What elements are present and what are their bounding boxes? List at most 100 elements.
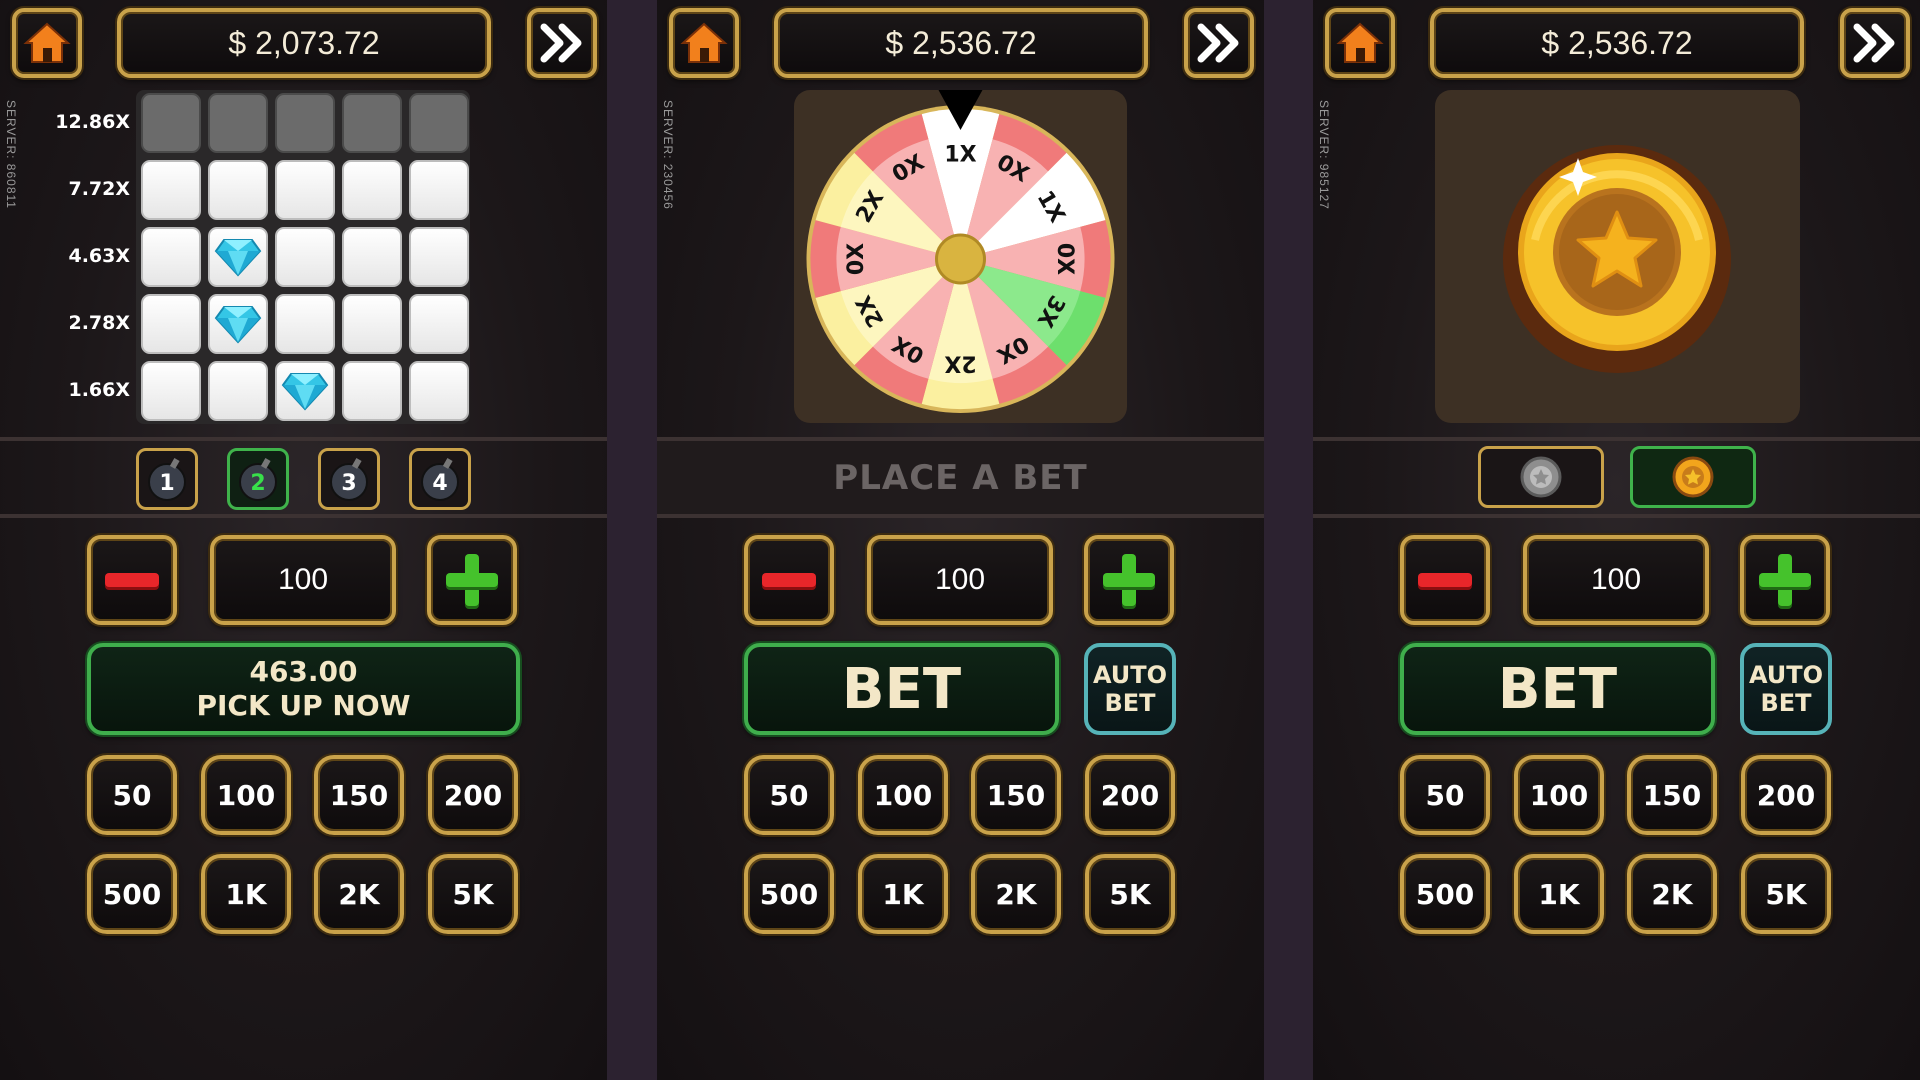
- mine-tile[interactable]: [141, 361, 201, 421]
- auto-bet-button[interactable]: AUTO BET: [1740, 643, 1832, 735]
- chip-50-button[interactable]: 50: [1400, 755, 1490, 835]
- double-chevron-right-icon: [1853, 23, 1895, 63]
- chip-500-button[interactable]: 500: [87, 854, 177, 934]
- wheel-hub: [935, 233, 986, 285]
- auto-bet-label-line2: BET: [1104, 689, 1156, 717]
- next-game-button[interactable]: [1840, 8, 1910, 78]
- bet-button[interactable]: BET: [1400, 643, 1715, 735]
- chip-1k-button[interactable]: 1K: [201, 854, 291, 934]
- pick-up-now-button[interactable]: 463.00 PICK UP NOW: [87, 643, 520, 735]
- chip-1k-button[interactable]: 1K: [858, 854, 948, 934]
- coin-frame: [1435, 90, 1800, 423]
- mine-tile[interactable]: [208, 160, 268, 220]
- chip-150-button[interactable]: 150: [1627, 755, 1717, 835]
- gold-coin-icon: [1503, 145, 1731, 373]
- mine-tile[interactable]: [141, 227, 201, 287]
- chip-100-button[interactable]: 100: [201, 755, 291, 835]
- wheel-status: PLACE A BET: [657, 441, 1264, 514]
- mine-tile[interactable]: [342, 93, 402, 153]
- decrease-bet-button[interactable]: [1400, 535, 1490, 625]
- mine-tile[interactable]: [208, 93, 268, 153]
- chip-5k-button[interactable]: 5K: [428, 854, 518, 934]
- chip-100-button[interactable]: 100: [858, 755, 948, 835]
- bomb-count-3-button[interactable]: 3: [318, 448, 380, 510]
- chip-100-button[interactable]: 100: [1514, 755, 1604, 835]
- next-game-button[interactable]: [1184, 8, 1254, 78]
- chip-2k-button[interactable]: 2K: [971, 854, 1061, 934]
- chip-2k-button[interactable]: 2K: [314, 854, 404, 934]
- divider: [1313, 514, 1920, 518]
- double-chevron-right-icon: [1197, 23, 1239, 63]
- wheel-segment-label: 1X: [944, 143, 976, 168]
- divider: [1313, 437, 1920, 441]
- multiplier-row-3: 4.63X: [68, 245, 130, 267]
- mine-tile[interactable]: [342, 361, 402, 421]
- bomb-count-2-button[interactable]: 2: [227, 448, 289, 510]
- mine-tile[interactable]: [208, 361, 268, 421]
- decrease-bet-button[interactable]: [87, 535, 177, 625]
- bomb-count-1-button[interactable]: 1: [136, 448, 198, 510]
- plus-icon: [446, 554, 498, 606]
- mine-tile[interactable]: [342, 294, 402, 354]
- mine-tile[interactable]: [409, 93, 469, 153]
- chip-500-button[interactable]: 500: [744, 854, 834, 934]
- bet-amount-display: 100: [210, 535, 396, 625]
- mine-tile[interactable]: [208, 227, 268, 287]
- silver-coin-side-button[interactable]: [1478, 446, 1604, 508]
- mine-tile[interactable]: [409, 227, 469, 287]
- increase-bet-button[interactable]: [1740, 535, 1830, 625]
- mine-tile[interactable]: [275, 361, 335, 421]
- panel-gap: [1264, 0, 1314, 1080]
- mine-tile[interactable]: [275, 227, 335, 287]
- bomb-count-4-button[interactable]: 4: [409, 448, 471, 510]
- divider: [0, 514, 607, 518]
- mine-tile[interactable]: [342, 160, 402, 220]
- auto-bet-button[interactable]: AUTO BET: [1084, 643, 1176, 735]
- balance-display: $ 2,536.72: [1430, 8, 1804, 78]
- mine-tile[interactable]: [141, 160, 201, 220]
- auto-bet-label-line2: BET: [1760, 689, 1812, 717]
- double-chevron-right-icon: [540, 23, 582, 63]
- increase-bet-button[interactable]: [1084, 535, 1174, 625]
- bomb-count-label: 2: [250, 471, 265, 496]
- bomb-icon: 2: [239, 458, 277, 501]
- chip-1k-button[interactable]: 1K: [1514, 854, 1604, 934]
- mine-tile[interactable]: [275, 160, 335, 220]
- chip-200-button[interactable]: 200: [428, 755, 518, 835]
- mine-tile[interactable]: [409, 160, 469, 220]
- mine-tile[interactable]: [141, 93, 201, 153]
- home-button[interactable]: [12, 8, 82, 78]
- home-button[interactable]: [669, 8, 739, 78]
- bomb-count-label: 4: [432, 471, 447, 496]
- mine-tile[interactable]: [342, 227, 402, 287]
- chip-2k-button[interactable]: 2K: [1627, 854, 1717, 934]
- bet-button[interactable]: BET: [744, 643, 1059, 735]
- panel-gap: [607, 0, 657, 1080]
- mines-game-panel: $ 2,073.72 SERVER: 860811 12.86X 7.72X 4…: [0, 0, 607, 1080]
- chip-5k-button[interactable]: 5K: [1085, 854, 1175, 934]
- chip-200-button[interactable]: 200: [1085, 755, 1175, 835]
- mine-tile[interactable]: [208, 294, 268, 354]
- mine-tile[interactable]: [275, 294, 335, 354]
- plus-icon: [1759, 554, 1811, 606]
- mine-tile[interactable]: [409, 294, 469, 354]
- chip-50-button[interactable]: 50: [744, 755, 834, 835]
- chip-500-button[interactable]: 500: [1400, 854, 1490, 934]
- chip-50-button[interactable]: 50: [87, 755, 177, 835]
- server-id: SERVER: 230456: [661, 100, 675, 210]
- chip-5k-button[interactable]: 5K: [1741, 854, 1831, 934]
- next-game-button[interactable]: [527, 8, 597, 78]
- decrease-bet-button[interactable]: [744, 535, 834, 625]
- mine-tile[interactable]: [409, 361, 469, 421]
- home-button[interactable]: [1325, 8, 1395, 78]
- chip-150-button[interactable]: 150: [971, 755, 1061, 835]
- diamond-icon: [214, 306, 262, 344]
- mine-tile[interactable]: [275, 93, 335, 153]
- chip-200-button[interactable]: 200: [1741, 755, 1831, 835]
- coinflip-game-panel: $ 2,536.72 SERVER: 985127 100 BET AUTO B…: [1313, 0, 1920, 1080]
- minus-icon: [105, 573, 159, 587]
- mine-tile[interactable]: [141, 294, 201, 354]
- gold-coin-side-button[interactable]: [1630, 446, 1756, 508]
- chip-150-button[interactable]: 150: [314, 755, 404, 835]
- increase-bet-button[interactable]: [427, 535, 517, 625]
